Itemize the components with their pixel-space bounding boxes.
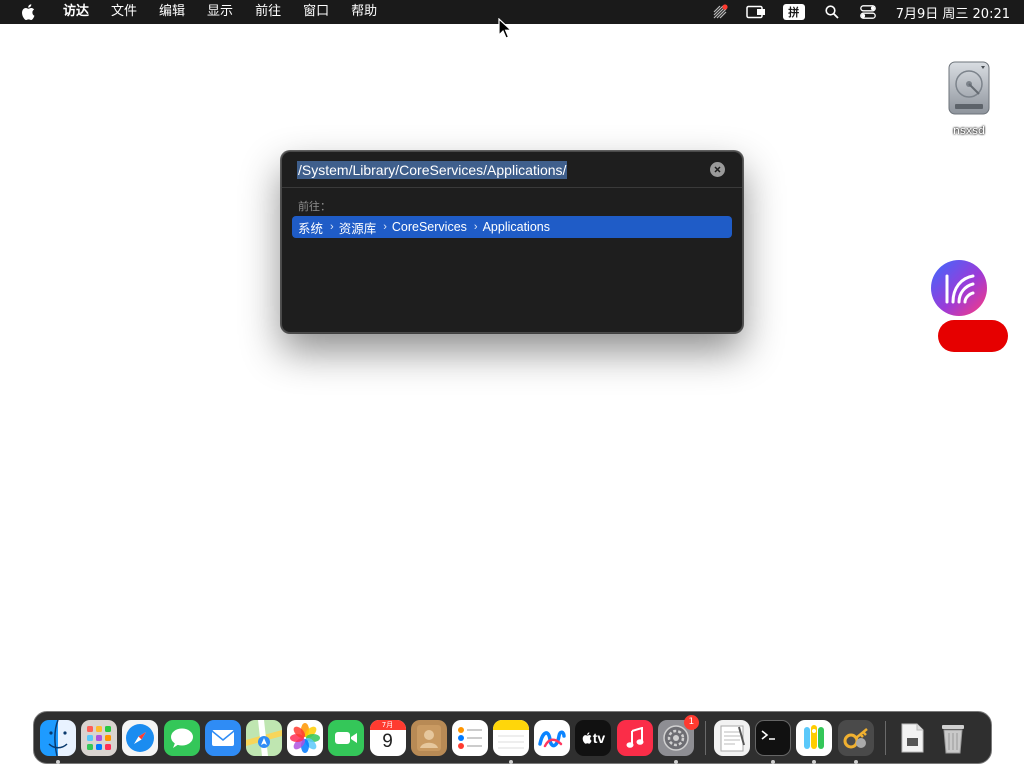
- running-indicator: [673, 759, 678, 764]
- freeform-icon: [534, 719, 571, 756]
- dock-mail[interactable]: [204, 719, 241, 756]
- dock-finder[interactable]: [40, 719, 76, 764]
- dock-facetime[interactable]: [328, 719, 365, 756]
- running-indicator: [853, 759, 858, 764]
- app-logo-icon: [931, 260, 987, 316]
- menu-help[interactable]: 帮助: [340, 0, 388, 24]
- reminders-list-icon: [451, 719, 488, 756]
- dock-passwords[interactable]: [796, 719, 833, 764]
- textedit-icon: [714, 719, 750, 756]
- close-icon: [714, 166, 721, 173]
- dock-system-settings[interactable]: 1: [657, 714, 699, 764]
- terminal-icon: [755, 719, 792, 756]
- dock-contacts[interactable]: [410, 719, 447, 756]
- chevron-right-icon: ›: [383, 221, 387, 233]
- keychain-icon: [837, 719, 874, 756]
- document-stack-icon: [894, 720, 930, 756]
- go-to-section-label: 前往：: [298, 200, 331, 213]
- menu-edit[interactable]: 编辑: [148, 0, 196, 24]
- menu-bar: 访达 文件 编辑 显示 前往 窗口 帮助 拼 7月9日 周三 20:21: [0, 0, 1024, 24]
- control-center-icon[interactable]: [857, 0, 879, 24]
- dock: 7月 9 tv 1: [33, 711, 992, 764]
- music-note-icon: [616, 719, 653, 756]
- menu-window[interactable]: 窗口: [292, 0, 340, 24]
- calendar-icon: 7月 9: [369, 719, 406, 756]
- dock-launchpad[interactable]: [81, 719, 118, 756]
- apple-menu-icon[interactable]: [18, 0, 38, 24]
- crumb-library: 资源库: [338, 221, 377, 236]
- notification-badge: 1: [683, 714, 699, 730]
- calendar-day: 9: [382, 730, 393, 752]
- trash-icon: [935, 720, 971, 756]
- network-status-icon[interactable]: [709, 0, 731, 24]
- dock-photos[interactable]: [287, 719, 324, 756]
- notes-icon: [493, 719, 530, 756]
- running-indicator: [812, 759, 817, 764]
- dock-downloads-stack[interactable]: [894, 720, 930, 756]
- menu-view[interactable]: 显示: [196, 0, 244, 24]
- menu-go[interactable]: 前往: [244, 0, 292, 24]
- dock-textedit[interactable]: [714, 719, 750, 756]
- messages-bubble-icon: [163, 719, 200, 756]
- running-indicator: [509, 759, 514, 764]
- crumb-coreservices: CoreServices: [391, 220, 467, 234]
- chevron-right-icon: ›: [473, 221, 478, 233]
- dock-separator: [884, 720, 886, 755]
- crumb-system: 系统: [298, 221, 324, 236]
- launchpad-icon: [81, 719, 118, 756]
- dock-music[interactable]: [616, 719, 653, 756]
- chevron-right-icon: ›: [330, 221, 334, 233]
- apple-logo-icon: [582, 731, 592, 744]
- menu-bar-clock[interactable]: 7月9日 周三 20:21: [886, 3, 1024, 22]
- desktop-disk-item[interactable]: nsxsd: [929, 58, 1009, 137]
- menu-finder[interactable]: 访达: [52, 0, 100, 24]
- redaction-mark: [938, 320, 1008, 352]
- clear-input-button[interactable]: [710, 162, 725, 177]
- desktop-app-item[interactable]: [919, 258, 999, 324]
- screen-mirroring-icon[interactable]: [745, 0, 767, 24]
- apple-tv-label: tv: [592, 729, 606, 746]
- path-suggestion-row[interactable]: 系统 › 资源库 › CoreServices › Applications: [292, 216, 732, 238]
- go-to-folder-dialog: /System/Library/CoreServices/Application…: [281, 151, 743, 333]
- safari-compass-icon: [122, 719, 159, 756]
- maps-icon: [245, 719, 282, 756]
- path-input-row[interactable]: /System/Library/CoreServices/Application…: [282, 152, 742, 188]
- dock-messages[interactable]: [163, 719, 200, 756]
- dock-terminal[interactable]: [755, 719, 792, 764]
- input-method-icon[interactable]: 拼: [782, 4, 805, 20]
- photos-flower-icon: [287, 719, 324, 756]
- menu-file[interactable]: 文件: [100, 0, 148, 24]
- mail-envelope-icon: [204, 719, 241, 756]
- finder-icon: [40, 719, 76, 756]
- running-indicator: [56, 759, 60, 764]
- dock-trash[interactable]: [935, 720, 971, 756]
- disk-label: nsxsd: [953, 124, 985, 137]
- crumb-applications: Applications: [482, 220, 550, 234]
- dock-safari[interactable]: [122, 719, 159, 756]
- dock-freeform[interactable]: [534, 719, 571, 756]
- dock-calendar[interactable]: 7月 9: [369, 719, 406, 756]
- mouse-pointer-icon: [498, 18, 512, 39]
- passwords-key-icon: [796, 719, 833, 756]
- running-indicator: [771, 759, 776, 764]
- calendar-month: 7月: [369, 719, 406, 730]
- dock-notes[interactable]: [493, 719, 530, 764]
- dock-apple-tv[interactable]: tv: [575, 719, 612, 756]
- dock-reminders[interactable]: [451, 719, 488, 756]
- spotlight-search-icon[interactable]: [821, 0, 843, 24]
- path-input[interactable]: /System/Library/CoreServices/Application…: [297, 160, 568, 179]
- contacts-icon: [410, 719, 447, 756]
- dock-maps[interactable]: [245, 719, 282, 756]
- dock-separator: [705, 720, 706, 755]
- facetime-camera-icon: [328, 719, 365, 756]
- hard-disk-icon: [948, 61, 990, 115]
- dock-keychain-access[interactable]: [837, 719, 874, 764]
- apple-tv-icon: tv: [575, 719, 612, 756]
